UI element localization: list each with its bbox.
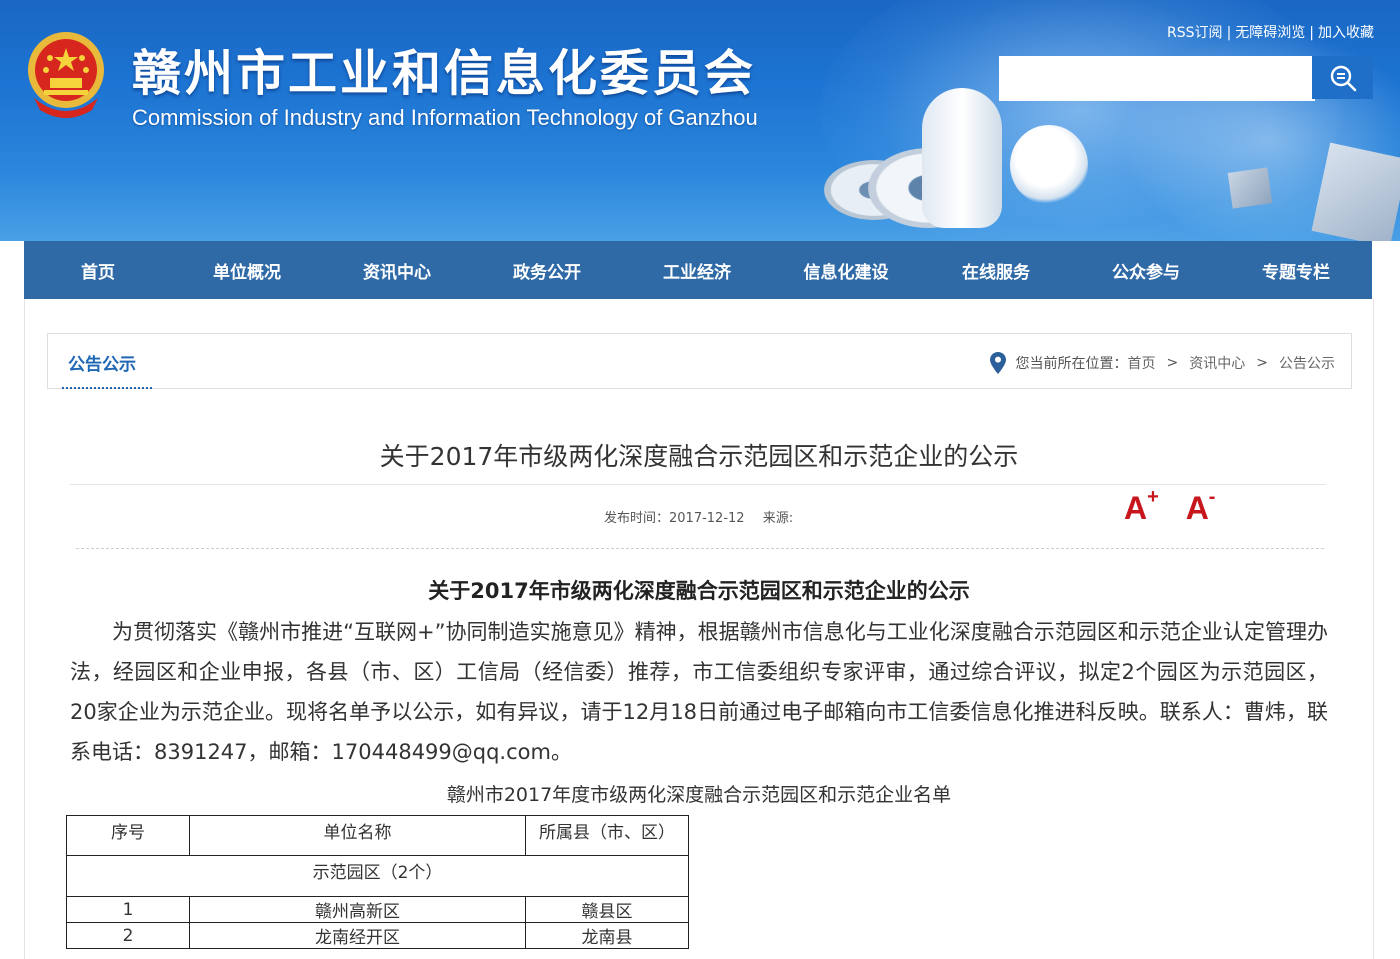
breadcrumb-bar: 公告公示 您当前所在位置： 首页 > 资讯中心 > 公告公示 bbox=[47, 333, 1352, 389]
ceramic-block-image bbox=[1227, 167, 1273, 209]
header-banner: 赣州市工业和信息化委员会 Commission of Industry and … bbox=[0, 0, 1400, 241]
meta-divider bbox=[76, 548, 1324, 549]
favorite-link[interactable]: 加入收藏 bbox=[1318, 25, 1374, 41]
table-cell: 龙南县 bbox=[525, 922, 689, 949]
article-meta: 发布时间：2017-12-12 来源: bbox=[604, 507, 807, 526]
nav-item-public[interactable]: 公众参与 bbox=[1072, 258, 1220, 283]
breadcrumb-arrow-icon: > bbox=[1256, 355, 1268, 371]
font-decrease-button[interactable]: A- bbox=[1185, 486, 1216, 527]
body-paragraph: 为贯彻落实《赣州市推进“互联网+”协同制造实施意见》精神，根据赣州市信息化与工业… bbox=[70, 620, 1328, 764]
section-underline bbox=[62, 384, 152, 389]
breadcrumb: 您当前所在位置： 首页 > 资讯中心 > 公告公示 bbox=[989, 352, 1335, 374]
search-button[interactable] bbox=[1312, 56, 1373, 99]
table-header-cell: 单位名称 bbox=[189, 815, 526, 856]
table-header-cell: 所属县（市、区） bbox=[525, 815, 689, 856]
national-emblem-icon bbox=[26, 28, 106, 126]
table-group-row: 示范园区（2个） bbox=[66, 855, 689, 897]
font-decrease-label: A bbox=[1185, 490, 1209, 526]
nav-item-informatization[interactable]: 信息化建设 bbox=[772, 258, 920, 283]
location-label: 您当前所在位置： bbox=[1015, 356, 1128, 372]
search-icon bbox=[1330, 65, 1356, 91]
section-title: 公告公示 bbox=[68, 355, 136, 375]
font-size-controls: A+ A- bbox=[1124, 486, 1233, 527]
breadcrumb-home[interactable]: 首页 bbox=[1128, 353, 1156, 373]
table-cell: 2 bbox=[66, 922, 190, 949]
table-cell: 赣州高新区 bbox=[189, 896, 526, 923]
article-title: 关于2017年市级两化深度融合示范园区和示范企业的公示 bbox=[379, 442, 1019, 471]
table-group-cell: 示范园区（2个） bbox=[66, 855, 689, 897]
font-increase-button[interactable]: A+ bbox=[1124, 486, 1159, 527]
nav-item-special[interactable]: 专题专栏 bbox=[1220, 258, 1372, 283]
link-separator: | bbox=[1309, 25, 1314, 41]
nav-item-industry[interactable]: 工业经济 bbox=[622, 258, 772, 283]
top-links: RSS订阅 | 无障碍浏览 | 加入收藏 bbox=[1167, 22, 1374, 42]
plus-icon: + bbox=[1147, 486, 1159, 509]
site-title: 赣州市工业和信息化委员会 bbox=[132, 45, 757, 102]
breadcrumb-news[interactable]: 资讯中心 bbox=[1189, 353, 1245, 373]
table-row: 1 赣州高新区 赣县区 bbox=[66, 896, 689, 923]
nav-item-about[interactable]: 单位概况 bbox=[172, 258, 322, 283]
table-caption: 赣州市2017年度市级两化深度融合示范园区和示范企业名单 bbox=[446, 784, 952, 806]
table-cell: 1 bbox=[66, 896, 190, 923]
nav-item-government[interactable]: 政务公开 bbox=[472, 258, 622, 283]
location-pin-icon bbox=[989, 352, 1006, 374]
title-divider bbox=[70, 484, 1326, 485]
breadcrumb-arrow-icon: > bbox=[1166, 355, 1179, 371]
table-cell: 龙南经开区 bbox=[189, 922, 526, 949]
main-nav: 首页 单位概况 资讯中心 政务公开 工业经济 信息化建设 在线服务 公众参与 专… bbox=[24, 241, 1372, 299]
search-input[interactable] bbox=[999, 56, 1315, 101]
powder-jar-image bbox=[922, 88, 1002, 228]
body-heading: 关于2017年市级两化深度融合示范园区和示范企业的公示 bbox=[428, 579, 970, 603]
breadcrumb-notice[interactable]: 公告公示 bbox=[1279, 353, 1335, 373]
minus-icon: - bbox=[1208, 486, 1216, 509]
table-header-row: 序号 单位名称 所属县（市、区） bbox=[66, 815, 689, 856]
nav-item-home[interactable]: 首页 bbox=[24, 258, 172, 283]
publish-date: 发布时间：2017-12-12 bbox=[604, 511, 745, 526]
table-row: 2 龙南经开区 龙南县 bbox=[66, 922, 689, 949]
article-source: 来源: bbox=[762, 511, 794, 526]
table-cell: 赣县区 bbox=[525, 896, 689, 923]
link-separator: | bbox=[1226, 25, 1232, 41]
site-subtitle: Commission of Industry and Information T… bbox=[132, 105, 758, 130]
nav-item-news[interactable]: 资讯中心 bbox=[322, 258, 472, 283]
accessibility-link[interactable]: 无障碍浏览 bbox=[1235, 25, 1305, 41]
table-header-cell: 序号 bbox=[66, 815, 190, 856]
powder-pile-image bbox=[1010, 125, 1088, 205]
enterprise-table: 序号 单位名称 所属县（市、区） 示范园区（2个） 1 赣州高新区 赣县区 2 … bbox=[66, 815, 689, 949]
nav-item-online-service[interactable]: 在线服务 bbox=[920, 258, 1072, 283]
rss-link[interactable]: RSS订阅 bbox=[1167, 25, 1223, 41]
font-increase-label: A bbox=[1124, 490, 1148, 526]
